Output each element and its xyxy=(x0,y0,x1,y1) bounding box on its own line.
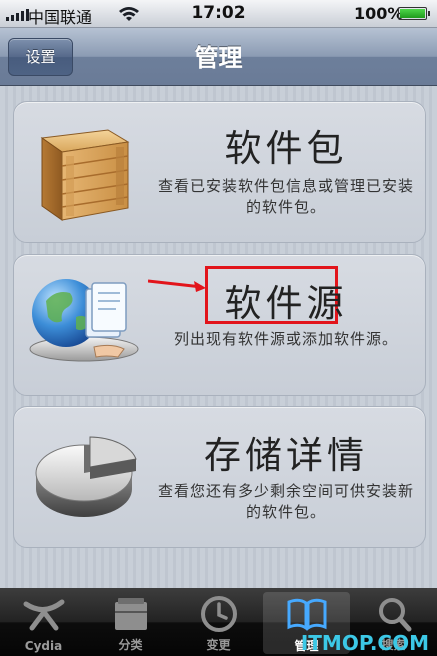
sources-row[interactable]: 软件源 列出现有软件源或添加软件源。 xyxy=(13,254,426,396)
tab-changes[interactable]: 变更 xyxy=(175,588,262,656)
packages-title: 软件包 xyxy=(224,127,348,170)
search-icon xyxy=(379,598,412,632)
sections-icon xyxy=(115,598,147,630)
clock-icon xyxy=(201,596,237,632)
package-box-icon xyxy=(40,129,130,221)
tab-sections[interactable]: 分类 xyxy=(87,588,174,656)
packages-description: 查看已安装软件包信息或管理已安装的软件包。 xyxy=(157,177,414,216)
battery-percent: 100% xyxy=(354,4,404,23)
tab-cydia[interactable]: Cydia xyxy=(0,588,87,656)
manage-list: 软件包 查看已安装软件包信息或管理已安装的软件包。 软件源 列出现有软件源或添加… xyxy=(0,86,437,588)
tab-cydia-label: Cydia xyxy=(24,639,63,653)
tab-changes-label: 变更 xyxy=(206,638,231,652)
tab-sections-label: 分类 xyxy=(118,638,143,652)
storage-title: 存储详情 xyxy=(204,434,368,477)
storage-pie-icon xyxy=(35,436,137,517)
battery-icon xyxy=(398,7,430,20)
sources-globe-icon xyxy=(29,279,139,362)
packages-row[interactable]: 软件包 查看已安装软件包信息或管理已安装的软件包。 xyxy=(13,101,426,243)
book-icon xyxy=(287,598,327,631)
sources-description: 列出现有软件源或添加软件源。 xyxy=(173,330,398,348)
watermark: ITMOP.COM xyxy=(300,631,429,655)
cydia-icon xyxy=(23,599,65,631)
page-title: 管理 xyxy=(194,44,243,72)
navigation-bar: 设置 管理 xyxy=(0,28,437,86)
status-bar: 中国联通 17:02 100% xyxy=(0,0,437,28)
storage-description: 查看您还有多少剩余空间可供安装新的软件包。 xyxy=(157,482,414,521)
storage-row[interactable]: 存储详情 查看您还有多少剩余空间可供安装新的软件包。 xyxy=(13,406,426,548)
sources-title: 软件源 xyxy=(224,282,348,325)
